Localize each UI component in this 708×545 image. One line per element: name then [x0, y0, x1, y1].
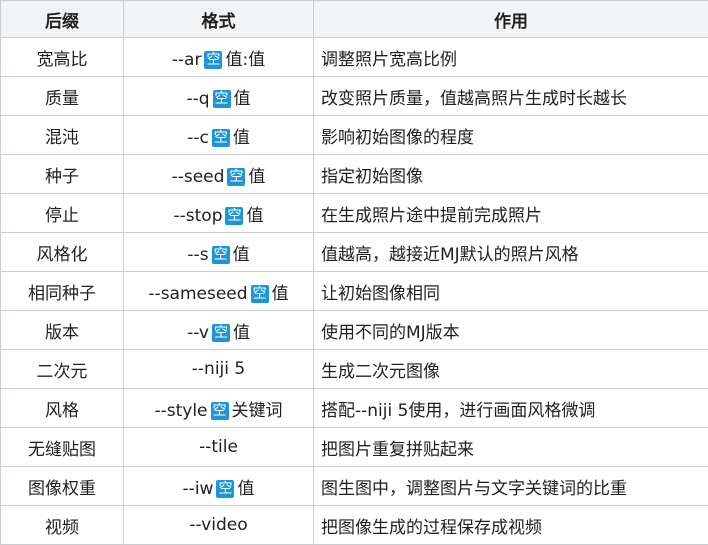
param-description: 在生成照片途中提前完成照片 — [314, 194, 708, 233]
param-name: 相同种子 — [1, 272, 124, 311]
param-format: --ar空值:值 — [124, 38, 314, 77]
table-row: 风格化--s空值值越高，越接近MJ默认的照片风格 — [1, 233, 708, 272]
parameter-table: 后缀 格式 作用 宽高比--ar空值:值调整照片宽高比例质量--q空值改变照片质… — [0, 0, 708, 545]
param-format: --s空值 — [124, 233, 314, 272]
table-row: 无缝贴图 --tile 把图片重复拼贴起来 — [1, 428, 708, 467]
param-flag: --niji 5 — [192, 359, 245, 379]
param-format: --niji 5 — [124, 350, 314, 389]
param-flag: --s — [187, 245, 208, 265]
param-flag: --c — [187, 128, 209, 148]
param-format: --q空值 — [124, 77, 314, 116]
param-description: 指定初始图像 — [314, 155, 708, 194]
table-row: 风格--style空关键词搭配--niji 5使用，进行画面风格微调 — [1, 389, 708, 428]
param-flag: --style — [154, 401, 207, 421]
space-tag: 空 — [213, 90, 231, 108]
param-description: 把图片重复拼贴起来 — [314, 428, 708, 467]
table-row: 二次元 --niji 5 生成二次元图像 — [1, 350, 708, 389]
param-value: 值:值 — [225, 50, 265, 70]
space-tag: 空 — [204, 51, 222, 69]
param-name: 图像权重 — [1, 467, 124, 506]
table-row: 宽高比--ar空值:值调整照片宽高比例 — [1, 38, 708, 77]
param-value: 值 — [248, 167, 265, 187]
table-row: 版本--v空值使用不同的MJ版本 — [1, 311, 708, 350]
space-tag: 空 — [251, 285, 269, 303]
param-description: 生成二次元图像 — [314, 350, 708, 389]
param-name: 风格 — [1, 389, 124, 428]
param-description: 影响初始图像的程度 — [314, 116, 708, 155]
header-purpose: 作用 — [314, 1, 708, 38]
table-row: 图像权重--iw空值图生图中，调整图片与文字关键词的比重 — [1, 467, 708, 506]
header-suffix: 后缀 — [1, 1, 124, 38]
param-format: --style空关键词 — [124, 389, 314, 428]
param-format: --seed空值 — [124, 155, 314, 194]
param-name: 种子 — [1, 155, 124, 194]
header-format: 格式 — [124, 1, 314, 38]
param-value: 值 — [233, 323, 250, 343]
param-description: 使用不同的MJ版本 — [314, 311, 708, 350]
table-row: 质量--q空值改变照片质量，值越高照片生成时长越长 — [1, 77, 708, 116]
param-value: 关键词 — [232, 401, 283, 421]
space-tag: 空 — [225, 207, 243, 225]
param-name: 版本 — [1, 311, 124, 350]
space-tag: 空 — [216, 480, 234, 498]
param-format: --tile — [124, 428, 314, 467]
param-flag: --v — [187, 323, 209, 343]
param-name: 停止 — [1, 194, 124, 233]
space-tag: 空 — [212, 324, 230, 342]
param-value: 值 — [237, 479, 254, 499]
param-format: --stop空值 — [124, 194, 314, 233]
space-tag: 空 — [212, 246, 230, 264]
param-name: 宽高比 — [1, 38, 124, 77]
param-flag: --ar — [172, 50, 202, 70]
param-description: 调整照片宽高比例 — [314, 38, 708, 77]
header-row: 后缀 格式 作用 — [1, 1, 708, 38]
table-row: 混沌--c空值影响初始图像的程度 — [1, 116, 708, 155]
param-flag: --seed — [172, 167, 225, 187]
param-flag: --video — [189, 515, 247, 535]
param-flag: --sameseed — [148, 284, 247, 304]
param-description: 图生图中，调整图片与文字关键词的比重 — [314, 467, 708, 506]
param-format: --iw空值 — [124, 467, 314, 506]
param-flag: --tile — [199, 437, 238, 457]
param-description: 搭配--niji 5使用，进行画面风格微调 — [314, 389, 708, 428]
space-tag: 空 — [211, 402, 229, 420]
param-name: 风格化 — [1, 233, 124, 272]
table-row: 种子--seed空值指定初始图像 — [1, 155, 708, 194]
param-flag: --q — [186, 89, 209, 109]
param-name: 无缝贴图 — [1, 428, 124, 467]
param-description: 值越高，越接近MJ默认的照片风格 — [314, 233, 708, 272]
param-value: 值 — [233, 128, 250, 148]
space-tag: 空 — [227, 168, 245, 186]
param-value: 值 — [233, 245, 250, 265]
param-value: 值 — [272, 284, 289, 304]
param-value: 值 — [234, 89, 251, 109]
param-value: 值 — [246, 206, 263, 226]
table-row: 停止--stop空值在生成照片途中提前完成照片 — [1, 194, 708, 233]
param-description: 让初始图像相同 — [314, 272, 708, 311]
param-description: 改变照片质量，值越高照片生成时长越长 — [314, 77, 708, 116]
space-tag: 空 — [212, 129, 230, 147]
param-name: 混沌 — [1, 116, 124, 155]
table-row: 相同种子--sameseed空值让初始图像相同 — [1, 272, 708, 311]
param-name: 质量 — [1, 77, 124, 116]
param-format: --c空值 — [124, 116, 314, 155]
param-flag: --stop — [174, 206, 223, 226]
param-format: --sameseed空值 — [124, 272, 314, 311]
param-name: 二次元 — [1, 350, 124, 389]
param-flag: --iw — [183, 479, 214, 499]
param-format: --v空值 — [124, 311, 314, 350]
